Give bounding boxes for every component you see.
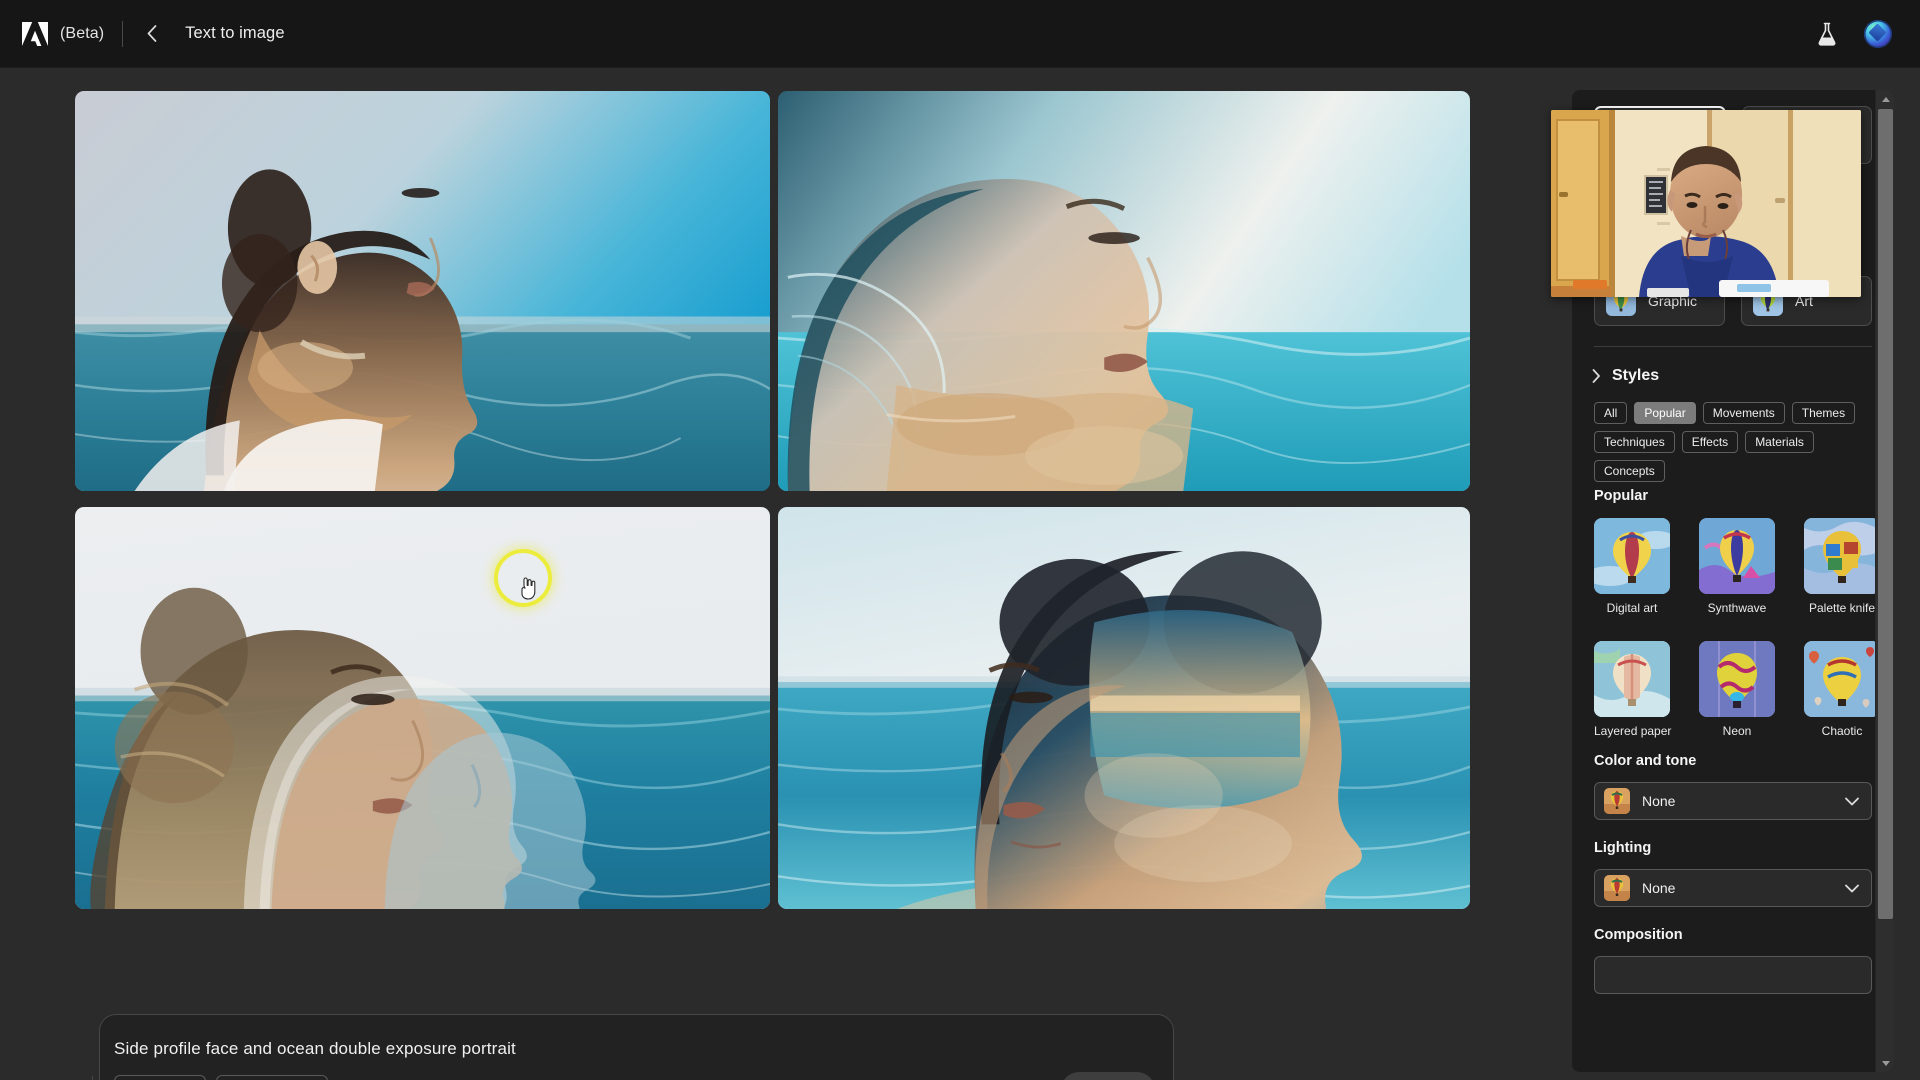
style-label: Chaotic — [1821, 724, 1863, 738]
style-card-palette-knife[interactable]: Palette knife — [1804, 518, 1880, 615]
chevron-down-icon[interactable] — [1845, 797, 1859, 806]
result-image-3-art — [75, 507, 770, 909]
caret-up-icon[interactable] — [1876, 90, 1894, 108]
style-filter-techniques[interactable]: Techniques — [1594, 431, 1675, 453]
style-filter-materials[interactable]: Materials — [1745, 431, 1814, 453]
style-filter-all[interactable]: All — [1594, 402, 1628, 424]
style-thumbnail — [1804, 518, 1880, 594]
lighting-thumbnail — [1604, 875, 1630, 901]
style-label: Neon — [1722, 724, 1752, 738]
panel-scrollbar[interactable] — [1875, 90, 1894, 1072]
style-filter-movements[interactable]: Movements — [1702, 402, 1785, 424]
style-thumbnail — [1699, 518, 1775, 594]
color-and-tone-value: None — [1642, 793, 1676, 809]
webcam-video-frame — [1551, 110, 1861, 297]
style-thumbnail — [1699, 641, 1775, 717]
result-cell-4 — [778, 499, 1478, 917]
result-cell-1 — [75, 91, 778, 499]
top-bar-right — [1816, 19, 1920, 48]
prompt-input[interactable]: Side profile face and ocean double expos… — [114, 1039, 516, 1059]
scrollbar-thumb[interactable] — [1878, 109, 1893, 919]
refresh-button[interactable]: Refresh — [1061, 1072, 1155, 1080]
beta-label: (Beta) — [60, 24, 105, 42]
result-image-4[interactable] — [778, 507, 1470, 909]
balloon-thumbnail-icon — [1699, 518, 1775, 594]
results-canvas: G — [0, 68, 1556, 1080]
result-cell-2: G — [778, 91, 1478, 499]
clear-style-button[interactable]: Clear style — [114, 1075, 206, 1080]
style-filter-popular[interactable]: Popular — [1634, 402, 1696, 424]
color-and-tone-title: Color and tone — [1594, 753, 1697, 769]
style-thumbnail — [1594, 641, 1670, 717]
result-image-4-art — [778, 507, 1470, 909]
flask-icon[interactable] — [1816, 22, 1838, 46]
prompt-chip-row: Clear style Photo ✕ — [114, 1075, 328, 1080]
hand-pointer-cursor — [521, 577, 536, 600]
top-bar: (Beta) Text to image — [0, 0, 1920, 68]
result-cell-3 — [75, 499, 778, 917]
balloon-thumbnail-icon — [1604, 788, 1630, 814]
style-thumbnail — [1804, 641, 1880, 717]
result-image-2-art — [778, 91, 1470, 491]
result-image-3[interactable] — [75, 507, 770, 909]
top-bar-divider — [122, 20, 124, 47]
composition-dropdown[interactable] — [1594, 956, 1872, 994]
result-image-2[interactable]: G — [778, 91, 1470, 491]
style-card-neon[interactable]: Neon — [1699, 641, 1775, 738]
style-chip-photo[interactable]: Photo ✕ — [215, 1075, 328, 1080]
style-label: Synthwave — [1707, 601, 1767, 615]
balloon-thumbnail-icon — [1594, 518, 1670, 594]
styles-title: Styles — [1612, 367, 1660, 384]
webcam-overlay — [1551, 110, 1861, 297]
balloon-thumbnail-icon — [1804, 518, 1880, 594]
balloon-thumbnail-icon — [1604, 875, 1630, 901]
avatar[interactable] — [1864, 19, 1892, 48]
prompt-bar[interactable]: Side profile face and ocean double expos… — [99, 1014, 1174, 1080]
style-filter-effects[interactable]: Effects — [1681, 431, 1739, 453]
top-bar-left: (Beta) Text to image — [0, 20, 285, 47]
chevron-left-icon — [147, 25, 157, 42]
lighting-value: None — [1642, 880, 1676, 896]
balloon-thumbnail-icon — [1594, 641, 1670, 717]
caret-down-icon[interactable] — [1876, 1054, 1894, 1072]
style-grid: Digital art Synthwave Palette knife Laye… — [1594, 518, 1880, 738]
style-filter-themes[interactable]: Themes — [1791, 402, 1856, 424]
style-label: Digital art — [1606, 601, 1658, 615]
style-label: Palette knife — [1808, 601, 1876, 615]
style-card-synthwave[interactable]: Synthwave — [1699, 518, 1775, 615]
style-card-chaotic[interactable]: Chaotic — [1804, 641, 1880, 738]
back-button[interactable] — [139, 21, 165, 47]
lighting-dropdown[interactable]: None — [1594, 869, 1872, 907]
balloon-thumbnail-icon — [1699, 641, 1775, 717]
style-filter-chips: All Popular Movements Themes Techniques … — [1594, 402, 1880, 482]
page-title: Text to image — [185, 24, 285, 42]
image-results-grid: G — [75, 91, 1478, 917]
panel-divider — [1594, 346, 1872, 347]
result-image-1[interactable] — [75, 91, 770, 491]
style-card-layered-paper[interactable]: Layered paper — [1594, 641, 1672, 738]
adobe-logo[interactable] — [22, 21, 48, 46]
style-label: Layered paper — [1594, 724, 1672, 738]
balloon-thumbnail-icon — [1804, 641, 1880, 717]
popular-group-title: Popular — [1594, 488, 1648, 504]
composition-title: Composition — [1594, 927, 1683, 943]
lighting-title: Lighting — [1594, 840, 1652, 856]
firefly-app-window: (Beta) Text to image Side profile face a… — [0, 0, 1920, 1080]
style-thumbnail — [1594, 518, 1670, 594]
chevron-down-icon[interactable] — [1845, 884, 1859, 893]
style-filter-concepts[interactable]: Concepts — [1594, 460, 1665, 482]
chevron-right-icon — [1592, 369, 1601, 383]
result-image-1-art — [75, 91, 770, 491]
style-card-digital-art[interactable]: Digital art — [1594, 518, 1670, 615]
color-and-tone-dropdown[interactable]: None — [1594, 782, 1872, 820]
styles-section-header[interactable]: Styles — [1592, 367, 1659, 385]
color-tone-thumbnail — [1604, 788, 1630, 814]
